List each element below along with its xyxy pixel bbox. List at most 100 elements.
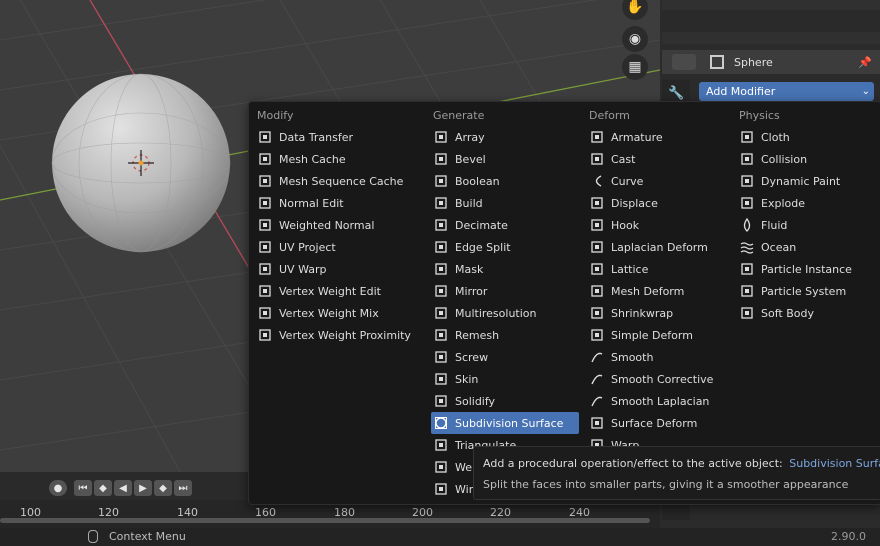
menu-item-label: Multiresolution xyxy=(455,306,537,320)
menu-item-uv-project[interactable]: UV Project xyxy=(255,236,425,258)
menu-item-mask[interactable]: Mask xyxy=(431,258,579,280)
modifier-tab-icon[interactable]: 🔧 xyxy=(668,86,684,101)
tooltip-description: Add a procedural operation/effect to the… xyxy=(483,457,783,470)
menu-item-label: UV Project xyxy=(279,240,336,254)
menu-item-label: Displace xyxy=(611,196,658,210)
object-data-icon xyxy=(710,55,724,69)
menu-item-displace[interactable]: Displace xyxy=(587,192,729,214)
menu-item-normal-edit[interactable]: Normal Edit xyxy=(255,192,425,214)
play-button[interactable]: ▶ xyxy=(134,480,152,496)
menu-item-mirror[interactable]: Mirror xyxy=(431,280,579,302)
menu-item-skin[interactable]: Skin xyxy=(431,368,579,390)
menu-item-mesh-deform[interactable]: Mesh Deform xyxy=(587,280,729,302)
menu-item-label: Vertex Weight Edit xyxy=(279,284,381,298)
menu-item-cast[interactable]: Cast xyxy=(587,148,729,170)
timeline-scrollbar[interactable] xyxy=(0,518,650,523)
menu-item-shrinkwrap[interactable]: Shrinkwrap xyxy=(587,302,729,324)
menu-item-label: Weighted Normal xyxy=(279,218,375,232)
grid-icon[interactable]: ▦ xyxy=(622,54,648,80)
menu-item-fluid[interactable]: Fluid xyxy=(737,214,873,236)
menu-item-simple-deform[interactable]: Simple Deform xyxy=(587,324,729,346)
menu-item-build[interactable]: Build xyxy=(431,192,579,214)
menu-item-smooth-corrective[interactable]: Smooth Corrective xyxy=(587,368,729,390)
menu-item-solidify[interactable]: Solidify xyxy=(431,390,579,412)
menu-item-edge-split[interactable]: Edge Split xyxy=(431,236,579,258)
menu-item-label: Armature xyxy=(611,130,663,144)
menu-item-particle-system[interactable]: Particle System xyxy=(737,280,873,302)
menu-item-collision[interactable]: Collision xyxy=(737,148,873,170)
jump-start-button[interactable]: ⏮ xyxy=(74,480,92,496)
play-reverse-button[interactable]: ◀ xyxy=(114,480,132,496)
smooth-icon xyxy=(589,393,605,409)
soft-body-icon xyxy=(739,305,755,321)
menu-item-label: Curve xyxy=(611,174,644,188)
normal-edit-icon-glyph xyxy=(259,197,271,209)
chevron-down-icon: ⌄ xyxy=(861,86,870,97)
object-name[interactable]: Sphere xyxy=(734,56,773,69)
menu-item-smooth-laplacian[interactable]: Smooth Laplacian xyxy=(587,390,729,412)
menu-item-array[interactable]: Array xyxy=(431,126,579,148)
hook-icon-glyph xyxy=(591,219,603,231)
jump-end-button[interactable]: ⏭ xyxy=(174,480,192,496)
menu-item-cloth[interactable]: Cloth xyxy=(737,126,873,148)
menu-item-multiresolution[interactable]: Multiresolution xyxy=(431,302,579,324)
triangulate-icon-glyph xyxy=(435,439,447,451)
menu-item-label: Simple Deform xyxy=(611,328,693,342)
menu-item-subdivision-surface[interactable]: Subdivision Surface xyxy=(431,412,579,434)
menu-item-label: Shrinkwrap xyxy=(611,306,674,320)
fluid-icon xyxy=(739,217,755,233)
vertex-weight-icon-glyph xyxy=(259,285,271,297)
menu-item-smooth[interactable]: Smooth xyxy=(587,346,729,368)
menu-item-armature[interactable]: Armature xyxy=(587,126,729,148)
add-modifier-dropdown[interactable]: Add Modifier ⌄ xyxy=(699,82,874,101)
build-icon-glyph xyxy=(435,197,447,209)
screw-icon-glyph xyxy=(435,351,447,363)
pin-icon[interactable]: 📌 xyxy=(858,56,872,69)
menu-item-bevel[interactable]: Bevel xyxy=(431,148,579,170)
menu-item-decimate[interactable]: Decimate xyxy=(431,214,579,236)
smooth-icon-glyph xyxy=(591,374,603,385)
menu-item-hook[interactable]: Hook xyxy=(587,214,729,236)
menu-item-weighted-normal[interactable]: Weighted Normal xyxy=(255,214,425,236)
vertex-weight-icon xyxy=(257,327,273,343)
menu-item-laplacian-deform[interactable]: Laplacian Deform xyxy=(587,236,729,258)
cloth-icon-glyph xyxy=(741,131,753,143)
menu-item-label: Screw xyxy=(455,350,489,364)
menu-item-dynamic-paint[interactable]: Dynamic Paint xyxy=(737,170,873,192)
particle-instance-icon-glyph xyxy=(741,263,753,275)
prev-keyframe-button[interactable]: ◆ xyxy=(94,480,112,496)
menu-item-remesh[interactable]: Remesh xyxy=(431,324,579,346)
menu-item-data-transfer[interactable]: Data Transfer xyxy=(255,126,425,148)
next-keyframe-button[interactable]: ◆ xyxy=(154,480,172,496)
menu-item-vertex-weight-edit[interactable]: Vertex Weight Edit xyxy=(255,280,425,302)
camera-icon[interactable]: ◉ xyxy=(622,26,648,52)
menu-item-vertex-weight-proximity[interactable]: Vertex Weight Proximity xyxy=(255,324,425,346)
menu-item-uv-warp[interactable]: UV Warp xyxy=(255,258,425,280)
menu-item-explode[interactable]: Explode xyxy=(737,192,873,214)
menu-item-label: UV Warp xyxy=(279,262,327,276)
menu-item-label: Bevel xyxy=(455,152,486,166)
hook-icon xyxy=(589,217,605,233)
status-bar: Context Menu 2.90.0 xyxy=(0,528,880,546)
soft-body-icon-glyph xyxy=(741,307,753,319)
record-button[interactable]: ● xyxy=(49,480,67,496)
object-origin xyxy=(138,160,144,166)
menu-item-lattice[interactable]: Lattice xyxy=(587,258,729,280)
menu-item-mesh-cache[interactable]: Mesh Cache xyxy=(255,148,425,170)
menu-item-boolean[interactable]: Boolean xyxy=(431,170,579,192)
menu-item-screw[interactable]: Screw xyxy=(431,346,579,368)
menu-item-label: Collision xyxy=(761,152,808,166)
menu-item-mesh-sequence-cache[interactable]: Mesh Sequence Cache xyxy=(255,170,425,192)
editor-type-button[interactable] xyxy=(672,54,696,70)
menu-item-label: Explode xyxy=(761,196,805,210)
menu-item-surface-deform[interactable]: Surface Deform xyxy=(587,412,729,434)
ocean-icon xyxy=(739,239,755,255)
menu-item-soft-body[interactable]: Soft Body xyxy=(737,302,873,324)
menu-item-vertex-weight-mix[interactable]: Vertex Weight Mix xyxy=(255,302,425,324)
fluid-icon-glyph xyxy=(743,218,751,232)
build-icon xyxy=(433,195,449,211)
tooltip-operator: Subdivision Surface xyxy=(789,457,880,470)
menu-item-ocean[interactable]: Ocean xyxy=(737,236,873,258)
menu-item-particle-instance[interactable]: Particle Instance xyxy=(737,258,873,280)
menu-item-curve[interactable]: Curve xyxy=(587,170,729,192)
